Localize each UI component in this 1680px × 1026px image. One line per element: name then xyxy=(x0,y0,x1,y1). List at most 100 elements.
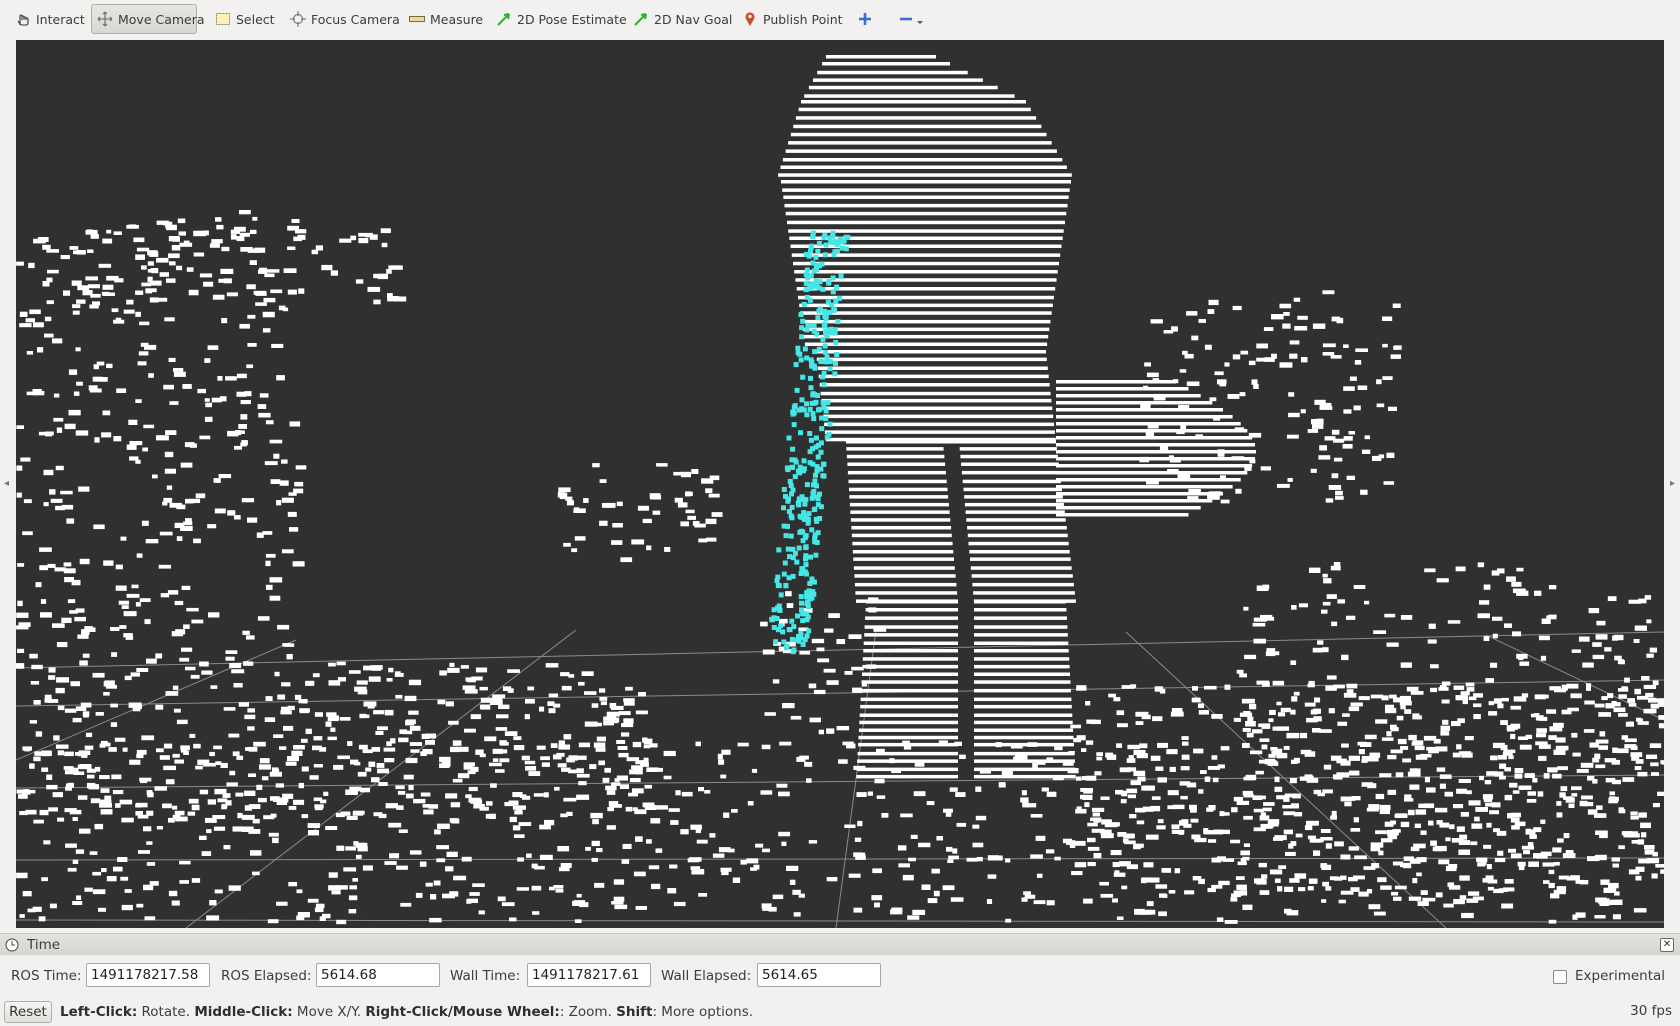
tool-2d-pose-estimate[interactable]: 2D Pose Estimate xyxy=(491,4,632,34)
cloud-point xyxy=(1658,723,1664,729)
cloud-point xyxy=(874,778,885,784)
highlight-point xyxy=(804,401,809,407)
person-scan-line xyxy=(847,470,946,475)
highlight-point xyxy=(773,639,779,645)
cloud-point xyxy=(330,727,336,732)
cloud-point xyxy=(212,294,225,300)
cloud-point xyxy=(593,742,606,748)
remove-tool-button[interactable] xyxy=(894,4,934,34)
cloud-point xyxy=(933,890,940,897)
cloud-point xyxy=(1354,855,1367,860)
cloud-point xyxy=(135,311,141,317)
cloud-point xyxy=(423,809,434,815)
highlight-point xyxy=(817,491,822,497)
cloud-point xyxy=(247,708,255,713)
ros-time-field[interactable]: 1491178217.58 xyxy=(86,963,210,987)
left-panel-handle[interactable]: ◂ xyxy=(4,478,9,489)
tool-move-camera[interactable]: Move Camera xyxy=(91,4,205,34)
experimental-checkbox[interactable] xyxy=(1553,970,1567,984)
cloud-point xyxy=(979,769,991,774)
cloud-point xyxy=(163,384,174,390)
cloud-point xyxy=(1595,739,1609,744)
cloud-point xyxy=(1232,354,1241,360)
arm-scan-line xyxy=(1056,506,1201,510)
tool-select[interactable]: Select xyxy=(210,4,280,34)
cloud-point xyxy=(1231,456,1245,460)
cloud-point xyxy=(1116,743,1123,748)
cloud-point xyxy=(1116,916,1124,920)
tool-interact[interactable]: Interact xyxy=(10,4,90,34)
cloud-point xyxy=(71,280,82,286)
cloud-point xyxy=(804,761,813,767)
cloud-point xyxy=(381,242,388,248)
cloud-point xyxy=(1151,796,1161,800)
cloud-point xyxy=(1571,793,1578,797)
highlight-point xyxy=(775,574,781,580)
tool-2d-nav-goal[interactable]: 2D Nav Goal xyxy=(628,4,737,34)
cloud-point xyxy=(1628,599,1642,604)
cloud-point xyxy=(1412,740,1424,746)
tool-label: Move Camera xyxy=(118,11,205,27)
cloud-point xyxy=(1227,394,1240,399)
cloud-point xyxy=(708,493,720,498)
wall-time-field[interactable]: 1491178217.61 xyxy=(527,963,651,987)
3d-viewport[interactable] xyxy=(16,40,1664,928)
wall-elapsed-field[interactable]: 5614.65 xyxy=(757,963,881,987)
tool-measure[interactable]: Measure xyxy=(404,4,488,34)
cloud-point xyxy=(1580,762,1594,768)
cloud-point xyxy=(1506,576,1516,582)
cloud-point xyxy=(574,536,586,541)
highlight-point xyxy=(812,349,818,355)
cloud-point xyxy=(84,745,94,750)
cloud-point xyxy=(65,843,77,848)
cloud-point xyxy=(219,396,227,402)
cloud-point xyxy=(539,824,551,830)
cloud-point xyxy=(619,784,629,789)
cloud-point xyxy=(17,600,23,607)
reset-button[interactable]: Reset xyxy=(4,1001,52,1023)
cloud-point xyxy=(1331,473,1339,479)
cloud-point xyxy=(1300,749,1312,755)
cloud-point xyxy=(1290,841,1297,846)
cloud-point xyxy=(1390,354,1401,359)
cloud-point xyxy=(55,465,64,471)
cloud-point xyxy=(79,828,91,834)
close-icon[interactable]: ✕ xyxy=(1660,938,1674,952)
cloud-point xyxy=(1485,802,1498,807)
cloud-point xyxy=(485,814,491,819)
cloud-point xyxy=(498,749,508,754)
cloud-point xyxy=(1046,757,1054,763)
cloud-point xyxy=(1390,724,1397,731)
cloud-point xyxy=(64,423,76,430)
cloud-point xyxy=(1373,630,1387,634)
cloud-point xyxy=(159,272,169,277)
cloud-point xyxy=(1093,853,1102,859)
tool-publish-point[interactable]: Publish Point xyxy=(737,4,848,34)
cloud-point xyxy=(265,696,273,701)
cloud-point xyxy=(1535,741,1548,746)
cloud-point xyxy=(852,687,863,693)
cloud-point xyxy=(1524,773,1535,778)
highlight-point xyxy=(821,235,827,241)
cloud-point xyxy=(1604,647,1612,652)
right-panel-handle[interactable]: ▸ xyxy=(1670,478,1675,489)
cloud-point xyxy=(1488,711,1498,716)
cloud-point xyxy=(1517,736,1529,740)
cloud-point xyxy=(99,743,106,748)
cloud-point xyxy=(358,238,369,244)
cloud-point xyxy=(1618,809,1626,814)
tool-focus-camera[interactable]: Focus Camera xyxy=(285,4,405,34)
add-tool-button[interactable] xyxy=(853,4,877,34)
cloud-point xyxy=(41,750,52,756)
cloud-point xyxy=(618,711,631,716)
ros-elapsed-field[interactable]: 5614.68 xyxy=(316,963,440,987)
cloud-point xyxy=(213,478,221,483)
cloud-point xyxy=(114,278,124,283)
cloud-point xyxy=(857,820,863,827)
cloud-point xyxy=(197,759,210,765)
cloud-point xyxy=(335,812,345,818)
cloud-point xyxy=(466,899,472,904)
cloud-point xyxy=(1536,728,1547,733)
cloud-point xyxy=(130,672,140,677)
cloud-point xyxy=(380,228,391,234)
